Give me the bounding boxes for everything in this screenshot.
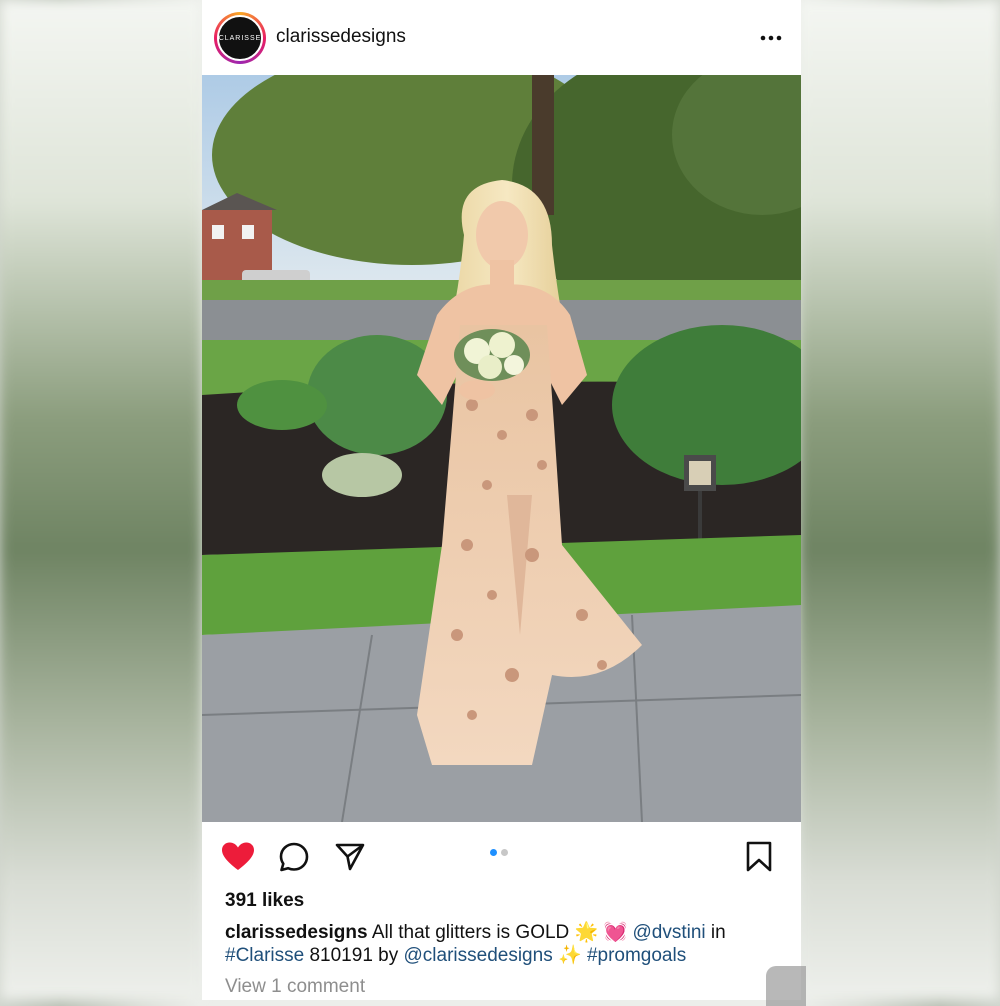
background-blur-right (798, 0, 1000, 1000)
likes-count[interactable]: 391 likes (225, 890, 304, 912)
bookmark-icon[interactable] (741, 839, 777, 875)
post-header: CLARISSE clarissedesigns (202, 0, 801, 75)
caption-mention[interactable]: @clarissedesigns (404, 945, 553, 966)
floating-tab[interactable] (766, 966, 806, 1006)
post-username[interactable]: clarissedesigns (276, 26, 406, 48)
caption-hashtag[interactable]: #Clarisse (225, 945, 304, 966)
caption-username[interactable]: clarissedesigns (225, 922, 368, 943)
send-paper-plane-icon[interactable] (332, 839, 368, 875)
post-photo[interactable] (202, 75, 801, 822)
background-blur-left (0, 0, 202, 1000)
view-comments-link[interactable]: View 1 comment (225, 976, 365, 998)
comment-bubble-icon[interactable] (276, 839, 312, 875)
caption-emoji-star: 🌟 (574, 922, 599, 943)
carousel-indicator (490, 849, 508, 856)
heart-filled-icon[interactable] (220, 839, 256, 875)
action-bar (202, 835, 801, 880)
avatar: CLARISSE (217, 15, 263, 61)
caption-text: in (710, 922, 726, 943)
caption-emoji-heart: 💓 (603, 922, 628, 943)
post-caption: clarissedesigns All that glitters is GOL… (225, 921, 785, 967)
instagram-post: CLARISSE clarissedesigns 391 likes clari… (202, 0, 801, 1000)
avatar-logo-text: CLARISSE (218, 34, 262, 42)
more-horizontal-icon[interactable] (759, 28, 783, 48)
caption-text: All that glitters is GOLD (371, 922, 570, 943)
caption-text: 810191 by (309, 945, 399, 966)
carousel-dot (501, 849, 508, 856)
caption-emoji-sparkles: ✨ (557, 945, 582, 966)
caption-mention[interactable]: @dvstini (632, 922, 705, 943)
carousel-dot-active (490, 849, 497, 856)
caption-hashtag[interactable]: #promgoals (587, 945, 686, 966)
story-ring[interactable]: CLARISSE (214, 12, 266, 64)
